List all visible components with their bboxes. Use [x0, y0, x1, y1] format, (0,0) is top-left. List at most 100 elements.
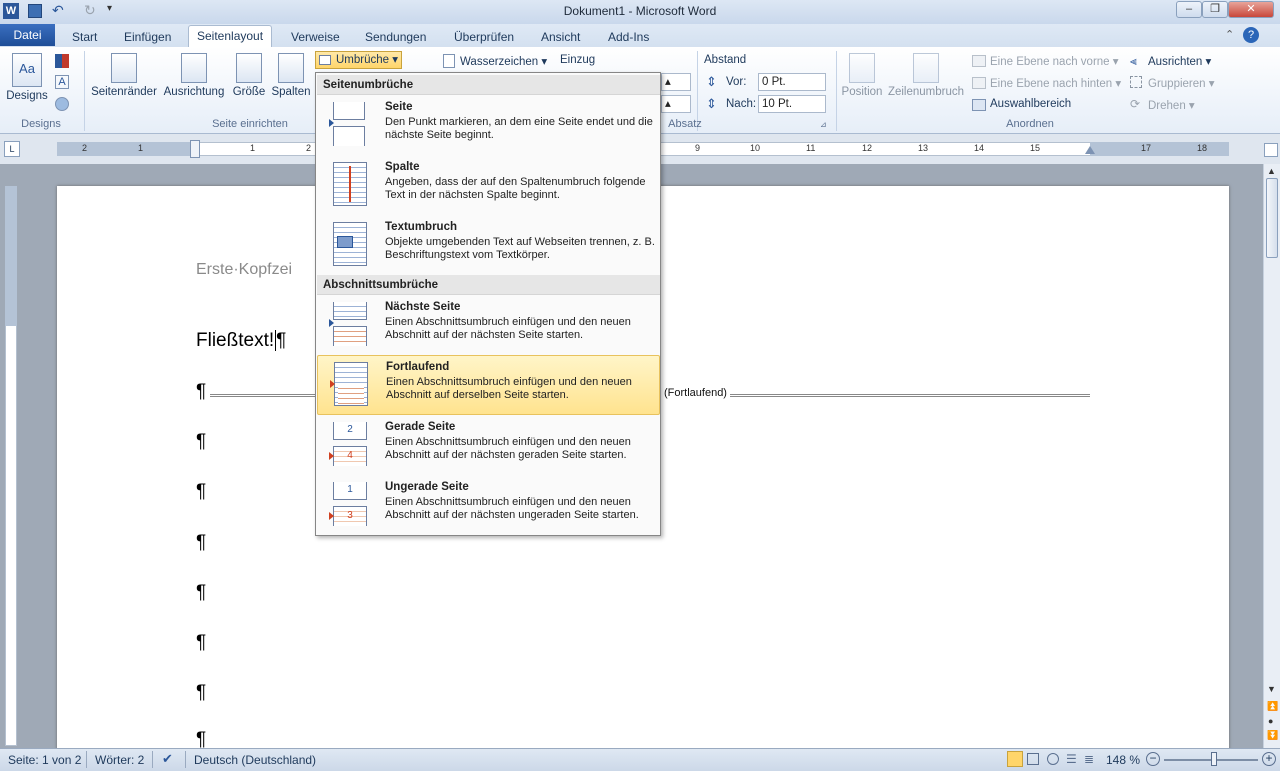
menu-item-text-wrapping-break[interactable]: Textumbruch Objekte umgebenden Text auf … — [317, 216, 660, 274]
indent-left-field[interactable]: ▴ — [661, 73, 691, 91]
even-page-break-icon: 2 4 — [329, 422, 367, 466]
print-layout-icon[interactable] — [1007, 751, 1023, 767]
menu-item-next-page[interactable]: Nächste Seite Einen Abschnittsumbruch ei… — [317, 296, 660, 354]
zoom-slider-thumb[interactable] — [1211, 752, 1217, 766]
zoom-out-icon[interactable]: − — [1146, 752, 1160, 766]
menu-item-page-break[interactable]: Seite Den Punkt markieren, an dem eine S… — [317, 96, 660, 154]
group-icon — [1130, 76, 1142, 88]
language[interactable]: Deutsch (Deutschland) — [194, 753, 316, 767]
word-count[interactable]: Wörter: 2 — [95, 753, 144, 767]
minimize-button[interactable]: – — [1176, 1, 1202, 18]
wrap-text-button[interactable]: Zeilenumbruch — [886, 53, 966, 98]
tab-addins[interactable]: Add-Ins — [600, 27, 657, 48]
menu-item-odd-page[interactable]: 1 3 Ungerade Seite Einen Abschnittsumbru… — [317, 476, 660, 534]
page-count[interactable]: Seite: 1 von 2 — [8, 753, 81, 767]
paragraph-mark: ¶ — [196, 481, 207, 502]
send-backward-button[interactable]: Eine Ebene nach hinten ▾ — [990, 76, 1121, 90]
indent-marker-icon[interactable] — [190, 140, 200, 158]
tab-selector-button[interactable]: L — [4, 141, 20, 157]
tab-references[interactable]: Verweise — [283, 27, 348, 48]
view-ruler-icon[interactable] — [1264, 143, 1278, 157]
ruler-number: 18 — [1197, 143, 1208, 153]
paragraph-mark: ¶ — [196, 431, 207, 452]
spacing-before-label: Vor: — [726, 76, 747, 88]
ruler-number: 2 — [306, 143, 312, 153]
page-break-icon — [329, 102, 367, 146]
menu-item-column-break[interactable]: Spalte Angeben, dass der auf den Spalten… — [317, 156, 660, 214]
position-icon — [849, 53, 875, 83]
tab-mailings[interactable]: Sendungen — [357, 27, 434, 48]
draft-icon[interactable]: ≣ — [1084, 752, 1094, 766]
paragraph-mark: ¶ — [196, 729, 207, 748]
help-icon[interactable]: ? — [1243, 27, 1259, 43]
tab-view[interactable]: Ansicht — [533, 27, 588, 48]
tab-file[interactable]: Datei — [0, 24, 55, 46]
menu-item-description: Einen Abschnittsumbruch einfügen und den… — [385, 436, 631, 461]
orientation-button[interactable]: Ausrichtung — [161, 53, 227, 98]
margins-button[interactable]: Seitenränder — [90, 53, 158, 98]
ruler-number: 1 — [250, 143, 256, 153]
previous-page-icon[interactable]: ⏫ — [1267, 701, 1278, 712]
spacing-before-field[interactable]: 0 Pt. — [758, 73, 826, 91]
position-button[interactable]: Position — [840, 53, 884, 98]
group-button[interactable]: Gruppieren ▾ — [1148, 76, 1215, 90]
ruler-number: 15 — [1030, 143, 1041, 153]
status-bar: Seite: 1 von 2 Wörter: 2 ✔ Deutsch (Deut… — [0, 748, 1280, 771]
vertical-scrollbar[interactable]: ▲ ▼ ⏫ ● ⏬ — [1263, 164, 1280, 748]
outline-icon[interactable]: ☰ — [1066, 752, 1077, 766]
header-text[interactable]: Erste·Kopfzei — [196, 261, 292, 279]
bring-forward-button[interactable]: Eine Ebene nach vorne ▾ — [990, 54, 1119, 68]
selection-pane-button[interactable]: Auswahlbereich — [990, 98, 1071, 110]
ruler-number: 11 — [806, 143, 816, 153]
menu-item-even-page[interactable]: 2 4 Gerade Seite Einen Abschnittsumbruch… — [317, 416, 660, 474]
close-button[interactable]: ✕ — [1228, 1, 1274, 18]
watermark-button[interactable]: Wasserzeichen ▾ — [460, 54, 547, 68]
ruler-number: 1 — [138, 143, 144, 153]
wrap-text-icon — [913, 53, 939, 83]
ruler-number: 14 — [974, 143, 985, 153]
spacing-after-label: Nach: — [726, 98, 757, 110]
browse-object-icon[interactable]: ● — [1268, 716, 1273, 726]
send-backward-icon — [972, 77, 986, 89]
section-break-label: (Fortlaufend) — [664, 387, 727, 399]
menu-item-title: Nächste Seite — [385, 301, 461, 313]
web-layout-icon[interactable] — [1047, 753, 1059, 765]
columns-button[interactable]: Spalten — [270, 53, 312, 98]
rotate-button[interactable]: Drehen ▾ — [1148, 98, 1195, 112]
text-wrapping-break-icon — [329, 222, 367, 266]
tab-insert[interactable]: Einfügen — [116, 27, 179, 48]
zoom-level[interactable]: 148 % — [1106, 753, 1140, 767]
window-title: Dokument1 - Microsoft Word — [563, 4, 717, 18]
align-button[interactable]: Ausrichten ▾ — [1148, 54, 1211, 68]
indent-right-field[interactable]: ▴ — [661, 95, 691, 113]
tab-start[interactable]: Start — [64, 27, 105, 48]
menu-item-description: Objekte umgebenden Text auf Webseiten tr… — [385, 236, 655, 261]
zoom-in-icon[interactable]: + — [1262, 752, 1276, 766]
group-separator — [84, 51, 85, 131]
menu-item-description: Einen Abschnittsumbruch einfügen und den… — [385, 496, 639, 521]
fonts-icon[interactable]: A — [55, 75, 69, 89]
full-screen-reading-icon[interactable] — [1027, 753, 1039, 765]
menu-item-continuous[interactable]: Fortlaufend Einen Abschnittsumbruch einf… — [317, 355, 660, 415]
menu-item-description: Einen Abschnittsumbruch einfügen und den… — [386, 376, 632, 401]
body-text[interactable]: Fließtext! ¶ — [196, 330, 286, 352]
odd-page-break-icon: 1 3 — [329, 482, 367, 526]
next-page-icon[interactable]: ⏬ — [1267, 730, 1278, 741]
scroll-thumb[interactable] — [1266, 178, 1278, 258]
tab-page-layout[interactable]: Seitenlayout — [188, 25, 273, 48]
scroll-up-icon[interactable]: ▲ — [1267, 166, 1276, 176]
margins-icon — [111, 53, 137, 83]
scroll-down-icon[interactable]: ▼ — [1267, 684, 1276, 694]
size-button[interactable]: Größe — [230, 53, 268, 98]
tab-review[interactable]: Überprüfen — [446, 27, 522, 48]
colors-icon[interactable] — [55, 54, 69, 68]
designs-button[interactable]: Aa Designs — [5, 53, 49, 102]
right-indent-marker-icon[interactable] — [1085, 146, 1095, 154]
maximize-button[interactable]: ❐ — [1202, 1, 1228, 18]
spacing-after-icon: ⇕ — [706, 96, 717, 111]
spacing-after-field[interactable]: 10 Pt. — [758, 95, 826, 113]
ribbon-minimize-icon[interactable]: ⌃ — [1225, 28, 1234, 41]
effects-icon[interactable] — [55, 97, 69, 111]
paragraph-dialog-launcher-icon[interactable]: ⊿ — [820, 120, 827, 129]
proofing-icon[interactable]: ✔ — [162, 751, 173, 767]
